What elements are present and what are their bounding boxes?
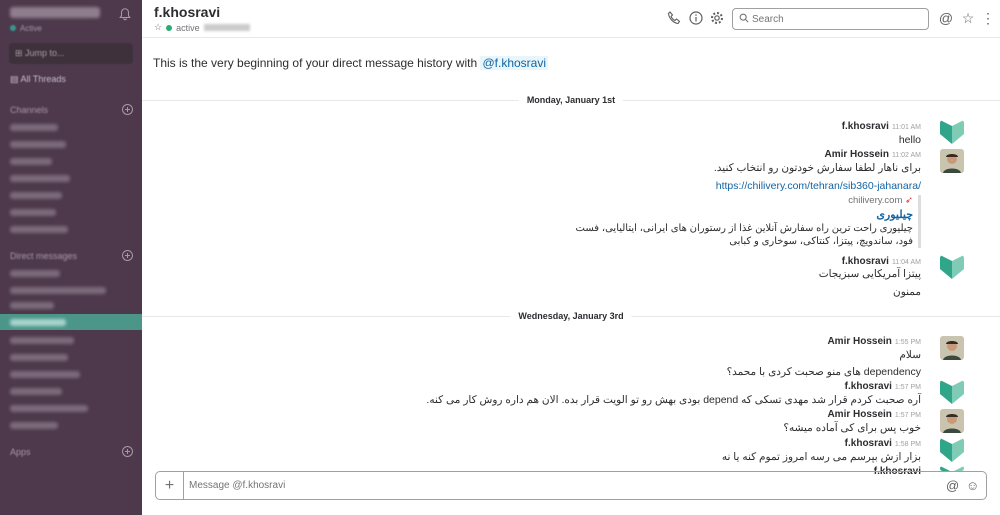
all-threads-link[interactable]: ▤ All Threads	[10, 74, 66, 85]
add-app-icon[interactable]	[122, 446, 133, 457]
mention-icon[interactable]: @	[946, 479, 960, 493]
channel-header: f.khosravi ☆ active @ ☆ ⋮	[142, 0, 1000, 38]
bell-icon[interactable]	[118, 7, 132, 21]
sidebar-item-channel[interactable]	[10, 141, 66, 148]
message-time: 11:04 AM	[891, 259, 921, 266]
sidebar-item-f-khosravi[interactable]	[0, 314, 142, 330]
jump-icon: ⊞	[15, 48, 26, 58]
avatar[interactable]	[940, 409, 964, 433]
avatar[interactable]	[940, 380, 964, 404]
sidebar: Active ⊞ Jump to... ▤ All Threads Channe…	[0, 0, 142, 515]
page-title[interactable]: f.khosravi	[154, 4, 220, 20]
sidebar-item-dm[interactable]	[10, 287, 106, 294]
message-text: dependency های منو صحبت کردی با محمد؟	[726, 366, 921, 378]
sidebar-item-dm[interactable]	[10, 422, 58, 429]
message-author[interactable]: f.khosravi 1:57 PM	[845, 381, 921, 392]
gear-icon[interactable]	[709, 10, 725, 26]
dm-intro: This is the very beginning of your direc…	[153, 56, 549, 70]
sidebar-item-dm[interactable]	[10, 388, 62, 395]
sidebar-item-dm[interactable]	[10, 371, 80, 378]
chili-icon: ➶	[902, 195, 913, 206]
sidebar-item-channel[interactable]	[10, 158, 52, 165]
search-input[interactable]	[752, 10, 922, 28]
add-channel-icon[interactable]	[122, 104, 133, 115]
threads-icon: ▤	[10, 74, 21, 84]
message-text: برای ناهار لطفا سفارش خودتون رو انتخاب ک…	[713, 162, 921, 174]
search-icon	[739, 13, 749, 23]
sidebar-item-dm[interactable]	[10, 354, 68, 361]
message-time: 1:57 PM	[894, 412, 921, 419]
team-name[interactable]	[10, 7, 100, 18]
sidebar-item-channel[interactable]	[10, 226, 68, 233]
avatar[interactable]	[940, 336, 964, 360]
avatar[interactable]	[940, 149, 964, 173]
message-author[interactable]: Amir Hossein 1:55 PM	[827, 336, 921, 347]
jump-to-button[interactable]: ⊞ Jump to...	[9, 43, 133, 64]
message-time: 11:01 AM	[891, 124, 921, 131]
apps-header[interactable]: Apps	[10, 447, 31, 457]
message-composer: + @ ☺	[155, 471, 987, 500]
message-author[interactable]: f.khosravi 11:04 AM	[842, 256, 921, 267]
message-text: خوب پس برای کی آماده میشه؟	[783, 422, 921, 434]
sidebar-item-channel[interactable]	[10, 124, 58, 131]
blurred-detail	[203, 24, 250, 31]
message-time: 1:57 PM	[894, 384, 921, 391]
mentions-icon[interactable]: @	[938, 10, 954, 26]
message-author[interactable]: Amir Hossein 11:02 AM	[824, 149, 921, 160]
message-text: hello	[898, 134, 921, 146]
emoji-icon[interactable]: ☺	[966, 479, 980, 493]
avatar[interactable]	[940, 255, 964, 279]
message-author[interactable]: f.khosravi 1:58 PM	[845, 438, 921, 449]
more-icon[interactable]: ⋮	[980, 10, 996, 26]
add-dm-icon[interactable]	[122, 250, 133, 261]
day-divider-label: Monday, January 1st	[518, 95, 624, 105]
message-text: بزار ازش بپرسم می رسه امروز تموم کنه یا …	[721, 451, 921, 463]
sidebar-item-channel[interactable]	[10, 175, 70, 182]
message-text: سلام	[899, 349, 921, 361]
team-menu[interactable]: Active	[10, 7, 132, 37]
sidebar-item-dm[interactable]	[10, 302, 54, 309]
message-text: ممنون	[893, 286, 921, 298]
message-time: 1:58 PM	[894, 441, 921, 448]
user-status: Active	[10, 24, 42, 33]
avatar[interactable]	[940, 120, 964, 144]
sidebar-item-dm[interactable]	[10, 405, 88, 412]
phone-icon[interactable]	[666, 10, 682, 26]
sidebar-item-dm[interactable]	[10, 270, 60, 277]
avatar[interactable]	[940, 438, 964, 462]
message-author[interactable]: Amir Hossein 1:57 PM	[827, 409, 921, 420]
link-preview[interactable]: chilivery.com ➶ چیلیوری چیلیوری راحت تری…	[576, 195, 921, 248]
message-link[interactable]: https://chilivery.com/tehran/sib360-jaha…	[716, 180, 921, 192]
channels-header[interactable]: Channels	[10, 105, 48, 115]
message-author[interactable]: f.khosravi 11:01 AM	[842, 121, 921, 132]
message-text: آره صحبت کردم قرار شد مهدی تسکی که depen…	[426, 394, 921, 406]
preview-desc: چیلیوری راحت ترین راه سفارش آنلاین غذا ا…	[575, 223, 913, 247]
header-status: ☆ active	[154, 22, 250, 33]
sidebar-item-channel[interactable]	[10, 209, 56, 216]
info-icon[interactable]	[688, 10, 704, 26]
day-divider-label: Wednesday, January 3rd	[510, 311, 632, 321]
preview-title[interactable]: چیلیوری	[576, 208, 913, 221]
message-input[interactable]	[189, 476, 929, 495]
sidebar-item-channel[interactable]	[10, 192, 62, 199]
presence-dot	[166, 24, 173, 31]
search-box[interactable]	[732, 8, 929, 30]
star-icon[interactable]: ☆	[154, 22, 162, 33]
message-time: 11:02 AM	[891, 152, 921, 159]
message-text: پیتزا آمریکایی سبزیجات	[818, 268, 921, 280]
preview-site: chilivery.com ➶	[848, 195, 913, 206]
starred-icon[interactable]: ☆	[960, 10, 976, 26]
attach-button[interactable]: +	[156, 472, 184, 499]
sidebar-item-dm[interactable]	[10, 337, 74, 344]
direct-messages-header[interactable]: Direct messages	[10, 251, 77, 261]
message-time: 1:55 PM	[894, 339, 921, 346]
user-mention[interactable]: @f.khosravi	[480, 56, 549, 70]
